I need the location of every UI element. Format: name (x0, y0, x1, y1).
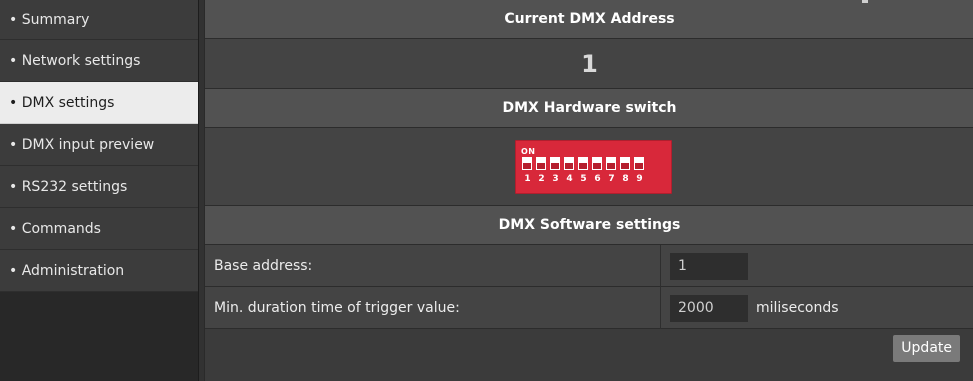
dip-number: 3 (552, 174, 559, 184)
dip-numbers: 1 2 3 4 5 6 7 8 9 (523, 174, 644, 184)
dip-switch-4 (564, 157, 574, 170)
min-duration-label: Min. duration time of trigger value: (214, 300, 460, 316)
form-footer: Update (205, 329, 973, 371)
sidebar-item-administration[interactable]: • Administration (0, 250, 198, 292)
app-window: • Summary • Network settings • DMX setti… (0, 0, 973, 381)
sidebar-item-commands[interactable]: • Commands (0, 208, 198, 250)
current-address-value: 1 (205, 39, 973, 89)
dip-number: 1 (524, 174, 531, 184)
sidebar-item-dmx-input-preview[interactable]: • DMX input preview (0, 124, 198, 166)
dip-switch-image: ON 1 2 3 4 5 6 7 8 9 (515, 140, 672, 194)
row-divider (660, 245, 661, 287)
dip-switch-2 (536, 157, 546, 170)
base-address-row: Base address: 1 (205, 245, 973, 287)
sidebar-item-dmx-settings[interactable]: • DMX settings (0, 82, 198, 124)
dip-switch-6 (592, 157, 602, 170)
dip-switch-1 (522, 157, 532, 170)
sidebar-item-summary[interactable]: • Summary (0, 0, 198, 40)
dip-number: 2 (538, 174, 545, 184)
min-duration-unit: miliseconds (756, 300, 839, 316)
base-address-input[interactable]: 1 (670, 253, 748, 280)
min-duration-input[interactable]: 2000 (670, 295, 748, 322)
dip-switch-3 (550, 157, 560, 170)
top-edge-mark (862, 0, 868, 3)
sidebar-item-network-settings[interactable]: • Network settings (0, 40, 198, 82)
hardware-switch-row: ON 1 2 3 4 5 6 7 8 9 (205, 128, 973, 206)
dip-number: 9 (636, 174, 643, 184)
dip-number: 8 (622, 174, 629, 184)
dip-switch-8 (620, 157, 630, 170)
row-divider (660, 287, 661, 329)
dip-switches (522, 157, 644, 170)
main-content: Current DMX Address 1 DMX Hardware switc… (204, 0, 973, 381)
dip-switch-7 (606, 157, 616, 170)
dip-switch-5 (578, 157, 588, 170)
dip-number: 4 (566, 174, 573, 184)
hardware-switch-header: DMX Hardware switch (205, 89, 973, 128)
software-settings-header: DMX Software settings (205, 206, 973, 245)
base-address-label: Base address: (214, 258, 313, 274)
dip-number: 7 (608, 174, 615, 184)
update-button[interactable]: Update (893, 335, 960, 362)
min-duration-row: Min. duration time of trigger value: 200… (205, 287, 973, 329)
dip-switch-9 (634, 157, 644, 170)
dip-on-label: ON (521, 147, 536, 156)
current-address-header: Current DMX Address (205, 0, 973, 39)
dip-number: 6 (594, 174, 601, 184)
dip-number: 5 (580, 174, 587, 184)
sidebar-item-rs232-settings[interactable]: • RS232 settings (0, 166, 198, 208)
sidebar: • Summary • Network settings • DMX setti… (0, 0, 199, 381)
